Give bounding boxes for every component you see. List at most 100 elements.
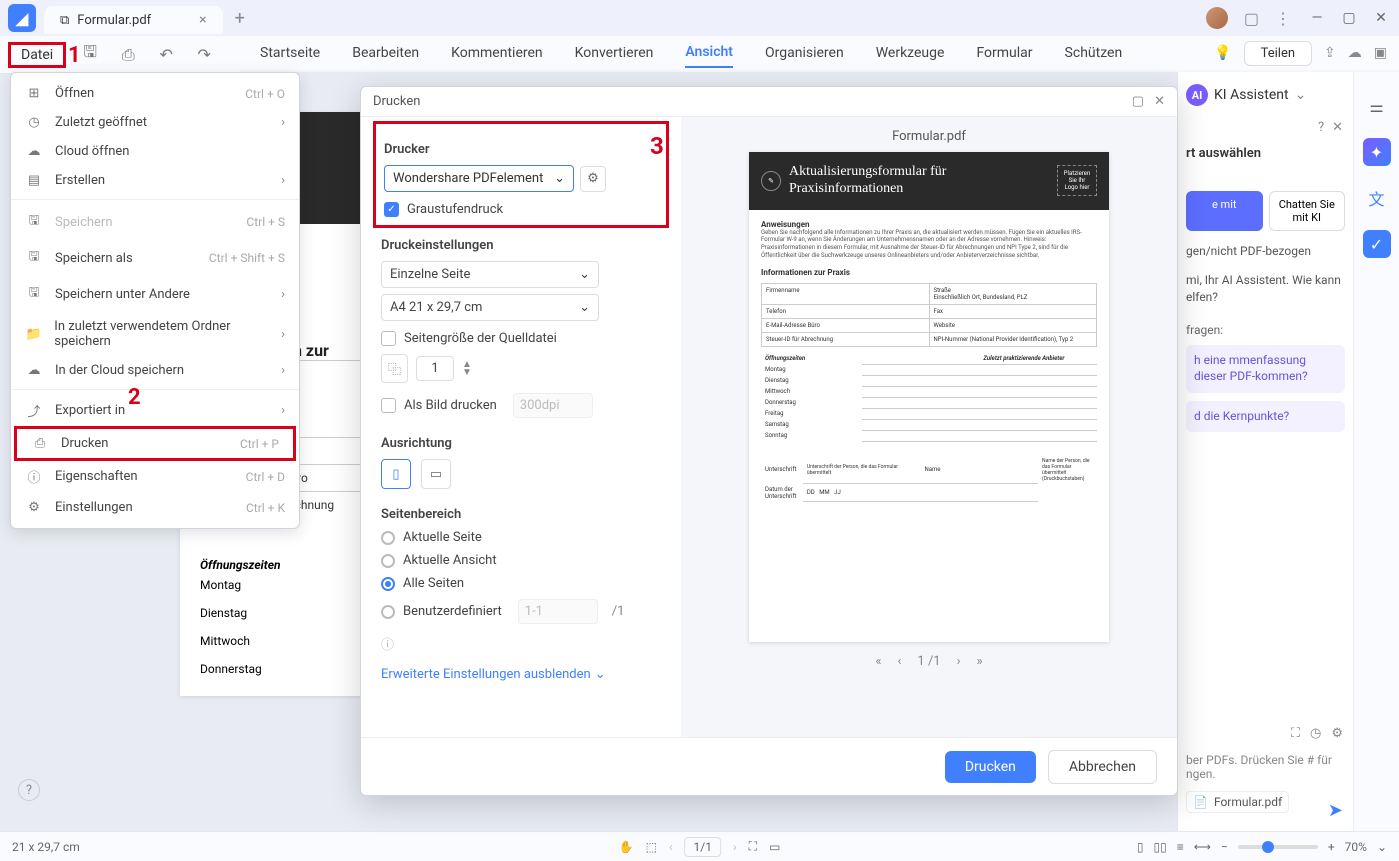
tab-werkzeuge[interactable]: Werkzeuge [876, 39, 945, 67]
maximize-button[interactable]: ▢ [1339, 8, 1359, 28]
fit-width-icon[interactable]: ⟷ [1194, 840, 1211, 854]
file-export[interactable]: ⤴Exportiert in› [11, 394, 299, 427]
tab-ansicht[interactable]: Ansicht [685, 38, 733, 68]
file-save-recent-folder[interactable]: 📁In zuletzt verwendetem Ordner speichern… [11, 312, 299, 356]
close-panel-icon[interactable]: ✕ [1332, 120, 1343, 135]
range-current-view[interactable]: Aktuelle Ansicht [381, 553, 661, 568]
cloud-icon[interactable]: ☁ [1348, 45, 1362, 61]
close-window-button[interactable]: ✕ [1371, 8, 1391, 28]
grayscale-checkbox-row[interactable]: ✓ Graustufendruck [384, 202, 658, 217]
landscape-button[interactable]: ▭ [421, 459, 451, 489]
new-tab-button[interactable]: + [235, 8, 245, 29]
custom-range-input[interactable]: 1-1 [518, 599, 598, 624]
printer-select[interactable]: Wondershare PDFelement⌄ [384, 165, 574, 192]
help-button[interactable]: ? [18, 779, 40, 801]
tab-startseite[interactable]: Startseite [260, 39, 320, 67]
prev-page-icon[interactable]: ‹ [669, 840, 673, 854]
tab-bearbeiten[interactable]: Bearbeiten [352, 39, 419, 67]
close-dialog-icon[interactable]: ✕ [1154, 94, 1165, 109]
tab-konvertieren[interactable]: Konvertieren [575, 39, 654, 67]
range-all-pages[interactable]: Alle Seiten [381, 576, 661, 591]
first-page-icon[interactable]: « [875, 654, 881, 669]
gear-icon[interactable]: ⚙ [1331, 726, 1343, 741]
ai-mode-chat[interactable]: Chatten Sie mit KI [1269, 191, 1346, 231]
single-page-icon[interactable]: ▯ [1137, 840, 1144, 854]
panel-icon[interactable]: ▢ [1244, 9, 1259, 28]
maximize-dialog-icon[interactable]: ▢ [1132, 94, 1144, 109]
zoom-slider[interactable] [1238, 845, 1318, 849]
send-icon[interactable]: ➤ [1328, 800, 1343, 821]
file-save-cloud[interactable]: ☁In der Cloud speichern› [11, 356, 299, 385]
prev-page-icon[interactable]: ‹ [897, 654, 901, 669]
share-icon[interactable]: ⇪ [1324, 45, 1336, 61]
file-save-other[interactable]: 🖫Speichern unter Andere› [11, 276, 299, 312]
as-image-checkbox-row[interactable]: Als Bild drucken 300dpi [381, 393, 661, 418]
file-settings[interactable]: ⚙EinstellungenCtrl + K [11, 493, 299, 522]
box-icon[interactable]: ▣ [1374, 45, 1387, 61]
file-create[interactable]: ▤Erstellen› [11, 166, 299, 195]
tab-formular[interactable]: Formular [976, 39, 1032, 67]
ai-mode-pdf[interactable]: e mit [1186, 191, 1263, 231]
next-page-icon[interactable]: › [957, 654, 961, 669]
sliders-icon[interactable]: ⚌ [1363, 92, 1391, 120]
next-page-icon[interactable]: › [733, 840, 737, 854]
zoom-in-icon[interactable]: + [1328, 840, 1335, 854]
screenshot-icon[interactable]: ⛶ [749, 839, 757, 854]
lightbulb-icon[interactable]: 💡 [1214, 45, 1231, 61]
advanced-settings-link[interactable]: Erweiterte Einstellungen ausblenden⌄ [381, 667, 606, 682]
range-current-page[interactable]: Aktuelle Seite [381, 530, 661, 545]
cancel-button[interactable]: Abbrechen [1048, 750, 1157, 784]
printer-settings-button[interactable]: ⚙ [580, 166, 606, 192]
dpi-input[interactable]: 300dpi [513, 393, 593, 418]
more-icon[interactable]: ⋮ [1275, 9, 1291, 28]
paper-size-select[interactable]: A4 21 x 29,7 cm⌄ [381, 294, 599, 321]
range-custom[interactable]: Benutzerdefiniert 1-1 /1 [381, 599, 661, 624]
zoom-out-icon[interactable]: − [1221, 840, 1228, 854]
source-size-checkbox-row[interactable]: Seitengröße der Quelldatei [381, 331, 661, 346]
collate-icon[interactable]: ⿻ [381, 354, 408, 383]
translate-icon[interactable]: 文 [1363, 184, 1391, 212]
tab-organisieren[interactable]: Organisieren [765, 39, 844, 67]
check-icon[interactable]: ✓ [1363, 230, 1391, 258]
file-open[interactable]: ⊞ÖffnenCtrl + O [11, 79, 299, 108]
file-menu-button[interactable]: Datei [8, 42, 66, 68]
share-button[interactable]: Teilen [1244, 41, 1312, 66]
print-confirm-button[interactable]: Drucken [945, 751, 1036, 783]
file-save[interactable]: 🖫SpeichernCtrl + S [11, 204, 299, 240]
chevron-down-icon[interactable]: ⌄ [1377, 840, 1387, 854]
ai-suggestion-1[interactable]: h eine mmenfassung dieser PDF-kommen? [1186, 345, 1345, 392]
ai-suggestion-2[interactable]: d die Kernpunkte? [1186, 401, 1345, 433]
stepper-icon[interactable]: ▲▼ [462, 361, 472, 377]
file-cloud-open[interactable]: ☁Cloud öffnen [11, 137, 299, 166]
document-tab[interactable]: ⧉ Formular.pdf × [44, 6, 223, 34]
clock-icon[interactable]: ◷ [1310, 726, 1321, 741]
portrait-button[interactable]: ▯ [381, 459, 411, 489]
redo-icon[interactable]: ↷ [190, 41, 218, 69]
expand-icon[interactable]: ⛶ [1291, 726, 1300, 741]
file-print[interactable]: ⎙DruckenCtrl + P [14, 426, 296, 461]
zoom-label[interactable]: 70% [1345, 840, 1367, 854]
tab-schuetzen[interactable]: Schützen [1065, 39, 1123, 67]
undo-icon[interactable]: ↶ [152, 41, 180, 69]
page-indicator[interactable]: 1/1 [685, 837, 721, 857]
minimize-button[interactable]: — [1307, 8, 1327, 28]
zoom-thumb[interactable] [1262, 841, 1274, 853]
close-tab-icon[interactable]: × [199, 12, 206, 28]
help-icon[interactable]: ? [1318, 120, 1324, 135]
last-page-icon[interactable]: » [977, 654, 983, 669]
file-recent[interactable]: ◷Zuletzt geöffnet› [11, 108, 299, 137]
file-properties[interactable]: ⓘEigenschaftenCtrl + D [11, 460, 299, 493]
print-icon[interactable]: ⎙ [114, 41, 142, 69]
ai-file-chip[interactable]: 📄 Formular.pdf [1186, 791, 1289, 813]
file-save-as[interactable]: 🖫Speichern alsCtrl + Shift + S [11, 240, 299, 276]
tab-kommentieren[interactable]: Kommentieren [451, 39, 542, 67]
page-mode-select[interactable]: Einzelne Seite⌄ [381, 261, 599, 288]
copies-input[interactable]: 1 [416, 356, 454, 381]
chevron-down-icon[interactable]: ⌄ [1295, 87, 1307, 103]
select-tool-icon[interactable]: ⬚ [646, 840, 657, 854]
ai-rail-icon[interactable]: ✦ [1363, 138, 1391, 166]
two-page-icon[interactable]: ▯▯ [1154, 840, 1167, 854]
continuous-icon[interactable]: ≡ [1177, 840, 1184, 854]
read-mode-icon[interactable]: ▭ [769, 840, 780, 854]
user-avatar[interactable] [1206, 7, 1228, 29]
